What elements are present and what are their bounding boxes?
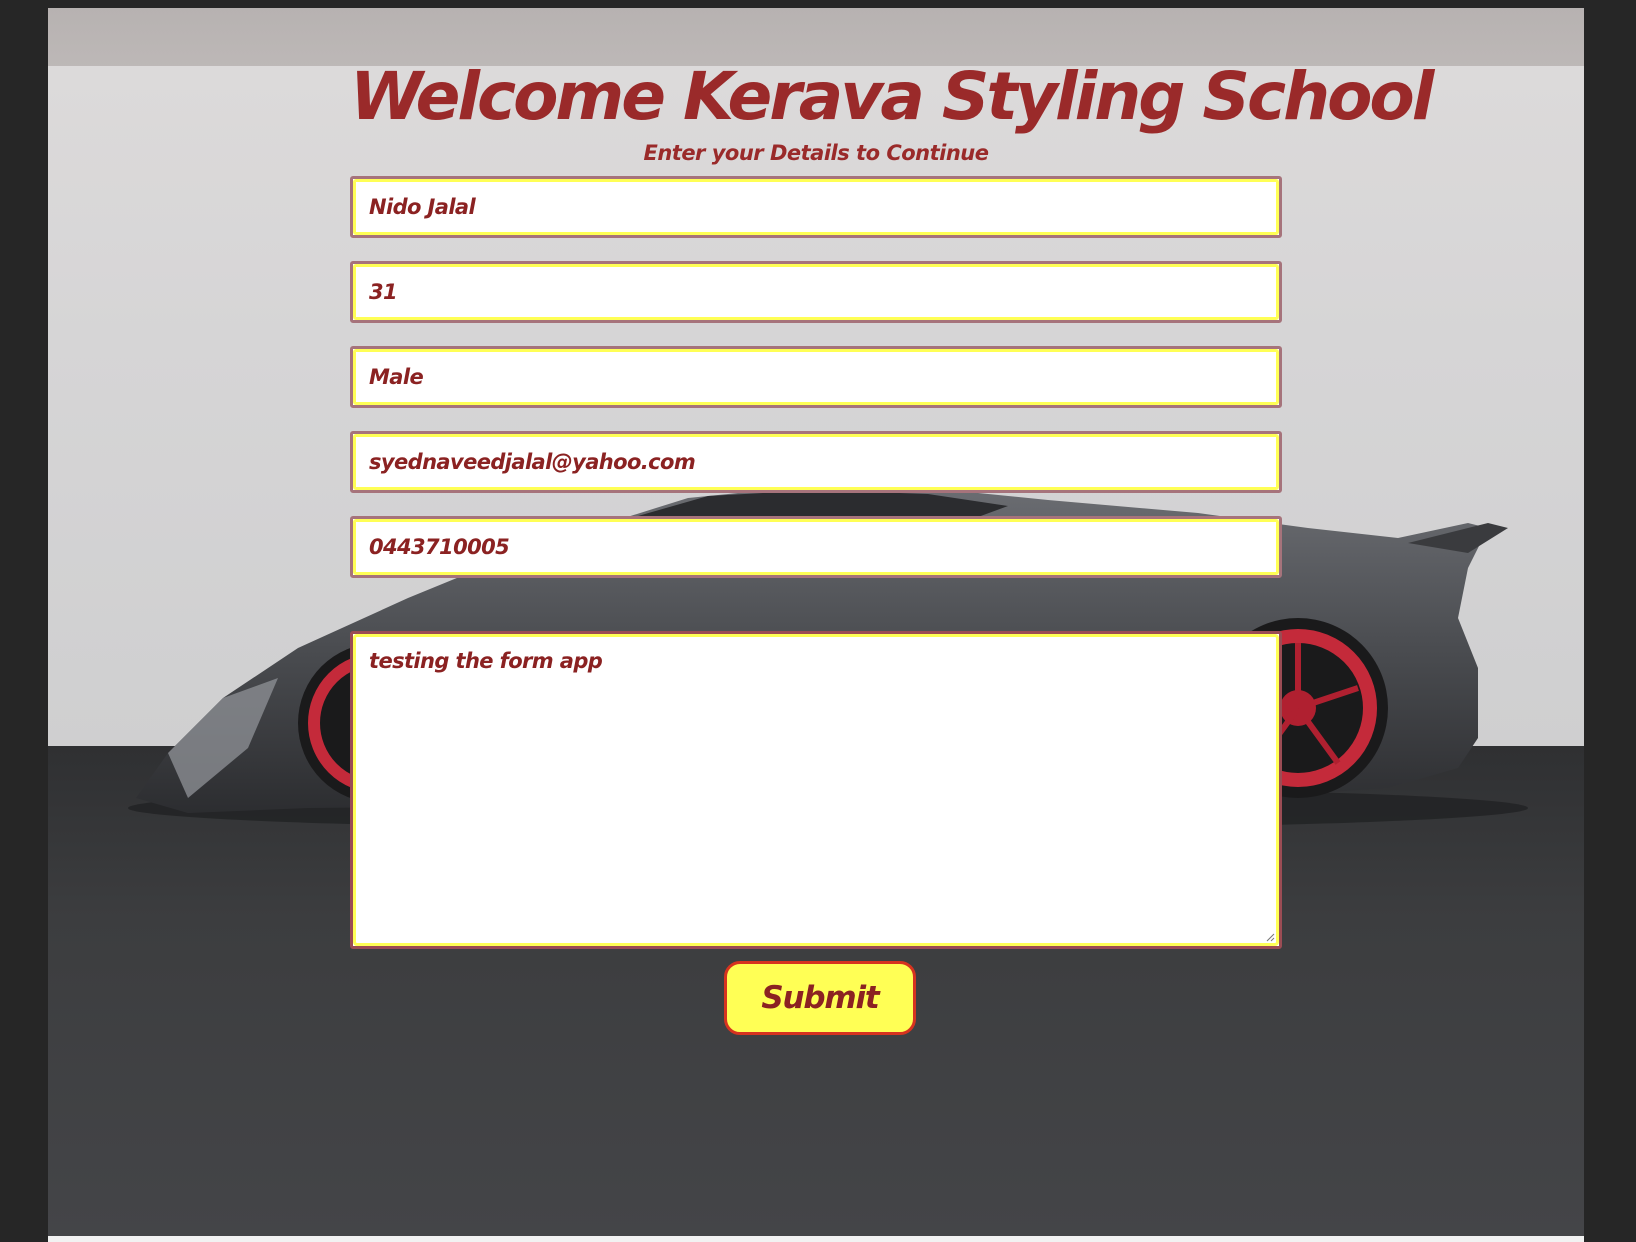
age-field-value[interactable]: 31 <box>353 264 1279 320</box>
age-field[interactable]: 31 <box>350 261 1282 323</box>
email-field[interactable]: syednaveedjalal@yahoo.com <box>350 431 1282 493</box>
page-body: Welcome Kerava Styling School Enter your… <box>48 8 1584 1236</box>
name-field[interactable]: Nido Jalal <box>350 176 1282 238</box>
registration-form: Welcome Kerava Styling School Enter your… <box>350 56 1434 1035</box>
gender-field[interactable]: Male <box>350 346 1282 408</box>
email-field-value[interactable]: syednaveedjalal@yahoo.com <box>353 434 1279 490</box>
message-textarea[interactable]: testing the form app <box>350 631 1282 949</box>
gender-field-value[interactable]: Male <box>353 349 1279 405</box>
resize-handle-icon[interactable] <box>1266 933 1275 942</box>
page-subtitle: Enter your Details to Continue <box>643 141 989 165</box>
phone-field-value[interactable]: 0443710005 <box>353 519 1279 575</box>
name-field-value[interactable]: Nido Jalal <box>353 179 1279 235</box>
page-title: Welcome Kerava Styling School <box>350 58 1434 135</box>
message-textarea-value[interactable]: testing the form app <box>353 634 1279 946</box>
submit-button[interactable]: Submit <box>724 961 916 1035</box>
bottom-strip <box>48 1236 1584 1242</box>
phone-field[interactable]: 0443710005 <box>350 516 1282 578</box>
